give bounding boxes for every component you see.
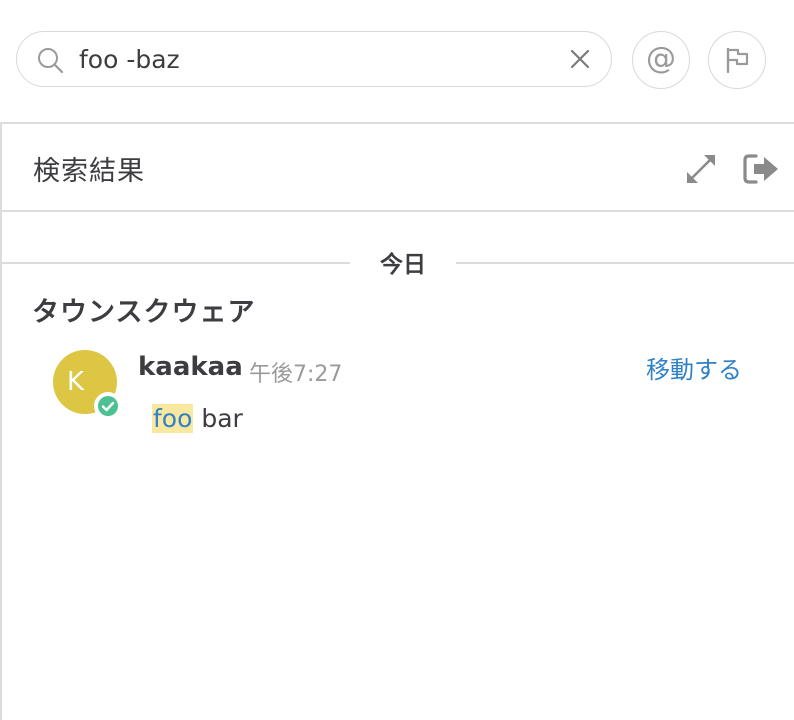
at-icon: @ [646,41,676,76]
search-results-panel: 検索結果 今日 タウンスクウェア K kaakaa 午後7:27 移動する fo… [0,122,794,720]
divider [2,262,350,264]
avatar-initial: K [67,367,85,397]
search-input[interactable] [79,38,549,80]
exit-icon[interactable] [742,152,780,186]
search-results-page: @ 検索結果 今日 タウンスクウェア [0,0,794,720]
post-username[interactable]: kaakaa [138,352,243,382]
date-separator: 今日 [2,252,794,278]
jump-to-post-link[interactable]: 移動する [646,350,742,385]
search-term-highlight: foo [152,404,194,433]
check-icon [98,396,118,416]
search-result-post[interactable]: K kaakaa 午後7:27 移動する foo bar [2,344,794,444]
search-box[interactable] [16,31,612,87]
online-status-badge [94,392,122,420]
post-timestamp[interactable]: 午後7:27 [249,356,342,388]
search-icon [38,48,64,74]
flag-icon [726,47,749,74]
close-icon[interactable] [569,48,591,70]
recent-mentions-button[interactable]: @ [632,31,690,89]
post-message: foo bar [152,404,243,433]
message-text: bar [193,404,243,433]
expand-icon[interactable] [684,152,718,186]
divider [456,262,794,264]
panel-title: 検索結果 [33,156,145,187]
panel-header: 検索結果 [2,124,794,212]
flagged-posts-button[interactable] [708,31,766,89]
date-label: 今日 [380,252,426,278]
channel-name: タウンスクウェア [32,297,256,328]
